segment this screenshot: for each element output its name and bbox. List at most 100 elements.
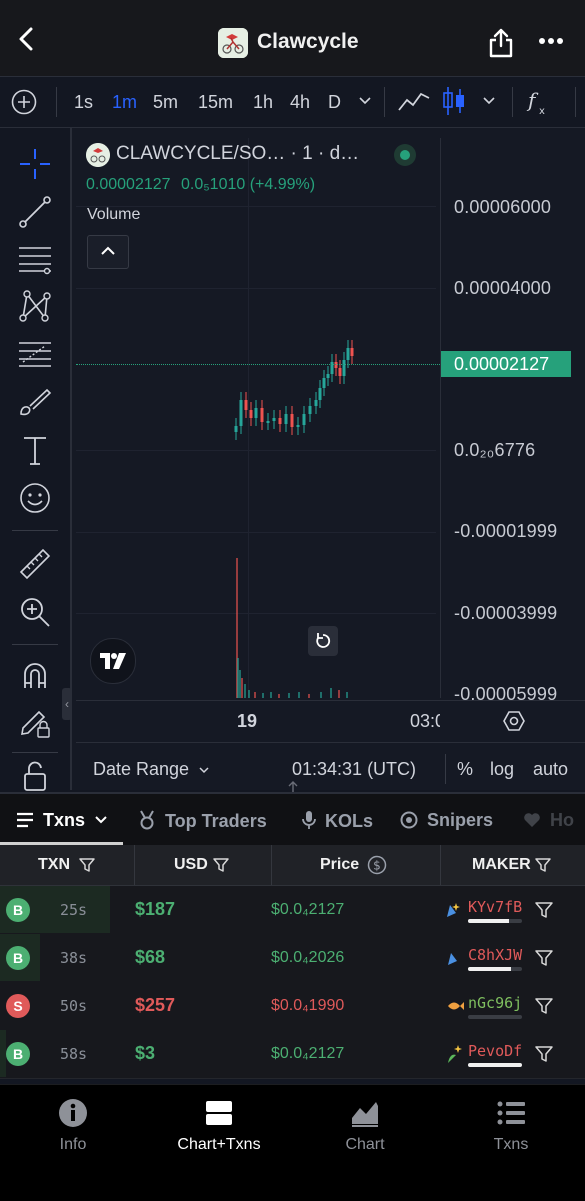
lock-drawing-icon[interactable] (17, 704, 53, 740)
interval-15m[interactable]: 15m (198, 92, 233, 113)
volume-bar (298, 692, 300, 698)
axis-settings-icon[interactable] (503, 710, 525, 732)
reset-chart-button[interactable] (308, 626, 338, 656)
filter-icon[interactable] (78, 856, 96, 874)
filter-icon[interactable] (212, 856, 230, 874)
tab-kols[interactable]: KOLs (302, 810, 373, 832)
table-row[interactable]: B 25s $187 $0.0₄2127 KYv7fB (0, 886, 585, 935)
maker-balance-bar (468, 919, 522, 923)
tradingview-logo[interactable] (90, 638, 136, 684)
magnet-icon[interactable] (17, 658, 53, 694)
fib-retracement-icon[interactable] (17, 336, 53, 372)
candles-chart-type-icon[interactable] (442, 85, 466, 117)
maker-address[interactable]: PevoDf (468, 1042, 522, 1060)
line-chart-type-icon[interactable] (397, 88, 431, 114)
zoom-in-icon[interactable] (17, 594, 53, 630)
txn-table-header: TXN USD Price $ MAKER (0, 845, 585, 886)
emoji-icon[interactable] (17, 480, 53, 516)
tab-txns[interactable]: Txns (16, 810, 108, 831)
tab-label: Ho (550, 810, 575, 830)
table-row[interactable]: B 38s $68 $0.0₄2026 C8hXJW (0, 934, 585, 983)
volume-bar (262, 693, 264, 698)
txn-usd: $3 (135, 1043, 156, 1063)
txn-age: 25s (60, 901, 88, 919)
maker-address[interactable]: KYv7fB (468, 898, 522, 916)
volume-bar (288, 693, 290, 698)
tab-label: Txns (43, 810, 86, 830)
share-icon[interactable] (488, 28, 514, 58)
filter-icon[interactable] (534, 856, 552, 874)
chevron-left-icon[interactable] (14, 26, 40, 52)
txn-usd: $187 (135, 899, 176, 919)
area-chart-icon (352, 1102, 378, 1127)
legend-price: 0.00002127 (86, 176, 171, 193)
tab-snipers[interactable]: Snipers (400, 810, 493, 831)
maker-address[interactable]: nGc96j (468, 994, 522, 1012)
list-icon (497, 1101, 525, 1125)
nav-chart[interactable] (310, 1098, 420, 1133)
maker-address[interactable]: C8hXJW (468, 946, 522, 964)
y-axis-label: -0.00005999 (454, 684, 558, 700)
table-row[interactable]: B 58s $3 $0.0₄2127 PevoDf (0, 1030, 585, 1079)
interval-d[interactable]: D (328, 92, 341, 113)
filter-icon[interactable] (534, 1044, 554, 1064)
last-price-tag: 0.00002127 (441, 351, 571, 377)
auto-scale-button[interactable]: auto (533, 759, 568, 780)
candle-body (272, 418, 276, 421)
log-scale-button[interactable]: log (490, 759, 514, 780)
add-symbol-icon[interactable] (11, 89, 37, 115)
tab-holders[interactable]: Ho (523, 810, 574, 831)
chevron-down-icon[interactable] (358, 96, 372, 106)
nav-info[interactable] (18, 1098, 128, 1133)
indicators-icon[interactable]: f x (526, 87, 552, 117)
ruler-icon[interactable] (17, 546, 53, 582)
date-range-label: Date Range (93, 759, 190, 779)
maker-balance-fill (468, 967, 512, 971)
split-view-icon (206, 1101, 232, 1125)
interval-1m[interactable]: 1m (112, 92, 137, 113)
tab-top-traders[interactable]: Top Traders (138, 810, 267, 832)
filter-icon[interactable] (534, 996, 554, 1016)
unlock-icon[interactable] (17, 758, 53, 794)
buy-badge: B (6, 946, 30, 970)
nav-txns-label: Txns (493, 1136, 529, 1153)
volume-bar (330, 688, 332, 698)
collapse-indicators-button[interactable] (87, 235, 129, 269)
tab-label: Snipers (427, 810, 494, 830)
txn-age: 38s (60, 949, 88, 967)
interval-1s[interactable]: 1s (74, 92, 93, 113)
candle-body (346, 348, 350, 360)
utc-clock[interactable]: 01:34:31 (UTC) (292, 759, 416, 780)
currency-toggle-icon[interactable]: $ (367, 855, 387, 875)
date-range-button[interactable]: Date Range (93, 759, 210, 780)
nav-chart-txns[interactable] (164, 1098, 274, 1133)
column-header-txn: TXN (38, 856, 70, 873)
interval-1h[interactable]: 1h (253, 92, 273, 113)
candle-body (239, 400, 243, 426)
brush-icon[interactable] (17, 384, 53, 420)
txn-usd: $68 (135, 947, 166, 967)
text-tool-icon[interactable] (17, 432, 53, 468)
trend-line-icon[interactable] (17, 194, 53, 230)
ellipsis-icon[interactable] (538, 36, 564, 46)
buy-badge: B (6, 898, 30, 922)
filter-icon[interactable] (534, 948, 554, 968)
chevron-down-icon[interactable] (482, 96, 496, 106)
pattern-icon[interactable] (17, 288, 53, 324)
candle-body (308, 406, 312, 414)
toolbar-collapse-handle[interactable]: ‹ (62, 688, 72, 720)
table-row[interactable]: S 50s $257 $0.0₄1990 nGc96j (0, 982, 585, 1031)
candle-body (249, 410, 253, 418)
candle-body (338, 368, 342, 376)
chart-legend-title[interactable]: CLAWCYCLE/SO… · 1 · d… (116, 143, 359, 165)
interval-5m[interactable]: 5m (153, 92, 178, 113)
filter-icon[interactable] (534, 900, 554, 920)
nav-txns[interactable] (456, 1098, 566, 1133)
crosshair-icon[interactable] (17, 146, 53, 182)
volume-indicator-label[interactable]: Volume (87, 206, 140, 224)
percent-scale-button[interactable]: % (457, 759, 473, 780)
horizontal-lines-icon[interactable] (17, 240, 53, 276)
candle-body (260, 408, 264, 422)
maker-balance-fill (468, 1063, 522, 1067)
interval-4h[interactable]: 4h (290, 92, 310, 113)
